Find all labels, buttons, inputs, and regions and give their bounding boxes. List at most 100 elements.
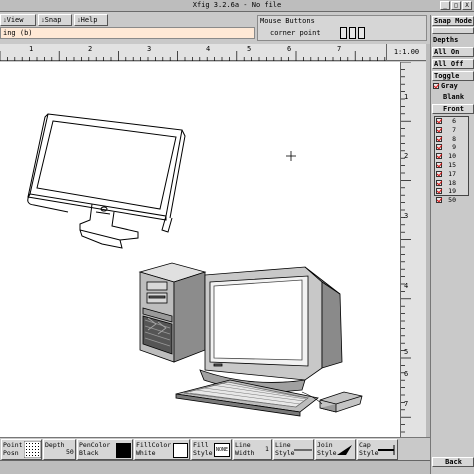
top-ruler-ticks (0, 51, 386, 61)
depth-value: 17 (448, 169, 456, 178)
depth-value: 7 (452, 125, 456, 134)
drawing (27, 113, 363, 417)
grid-dot (26, 449, 27, 450)
checkbox-icon[interactable] (436, 170, 442, 177)
snap-mode-button[interactable]: Snap Mode (432, 16, 474, 26)
checkbox-icon[interactable] (436, 179, 442, 186)
mouse-buttons-hint: corner point (270, 29, 321, 37)
depth-value: 6 (452, 117, 456, 125)
ruler-label: 7 (337, 45, 342, 53)
snap-menu[interactable]: ⇩Snap (38, 14, 72, 26)
title-bar: Xfig 3.2.6a - No file _ □ X (0, 0, 474, 12)
back-label: Back (432, 457, 474, 467)
checkbox-icon[interactable] (436, 135, 442, 142)
front-label: Front (432, 104, 474, 114)
fill-style-indicator[interactable]: Fill Style NONE (191, 439, 232, 460)
blank-option[interactable]: Blank (432, 93, 474, 103)
solid-line-icon (294, 449, 312, 451)
view-menu[interactable]: ⇩View (0, 14, 36, 26)
grid-dot (29, 449, 30, 450)
grid-dot (26, 443, 27, 444)
join-style-indicator[interactable]: Join Style (315, 439, 356, 460)
grid-dot (35, 443, 36, 444)
ruler-label: 2 (88, 45, 93, 53)
grid-dot (38, 443, 39, 444)
grid-dot (32, 455, 33, 456)
all-on-button[interactable]: All On (432, 47, 474, 57)
all-off-button[interactable]: All Off (432, 59, 474, 69)
grid-dot (38, 455, 39, 456)
grid-dot (26, 446, 27, 447)
depth-item[interactable]: 15 (435, 161, 468, 170)
zoom-unit[interactable]: 1:1.00 (386, 44, 426, 61)
grid-dot (29, 443, 30, 444)
depth-item[interactable]: 6 (435, 117, 468, 126)
depth-item[interactable]: 7 (435, 126, 468, 135)
top-ruler[interactable]: 2 3 4 5 6 7 1 (0, 44, 386, 61)
view-menu-label: View (6, 16, 24, 24)
mouse-buttons-panel: Mouse Buttons corner point (257, 15, 427, 41)
maximize-button[interactable]: □ (451, 1, 461, 10)
color-swatch (116, 443, 131, 458)
depth-item[interactable]: 8 (435, 135, 468, 144)
depth-item[interactable]: 18 (435, 179, 468, 188)
grid-dot (29, 452, 30, 453)
checkbox-icon[interactable] (433, 83, 439, 89)
depth-panel: Snap Mode Depths All On All Off Toggle G… (430, 15, 474, 474)
drawing-canvas[interactable] (0, 62, 400, 437)
cap-style-indicator[interactable]: Cap Style (357, 439, 398, 460)
snap-mode-menu[interactable] (432, 27, 474, 34)
minimize-button[interactable]: _ (440, 1, 450, 10)
ruler-label: 6 (287, 45, 292, 53)
pen-color-indicator[interactable]: PenColor Black (77, 439, 133, 460)
status-strip (0, 460, 430, 474)
depth-item[interactable]: 19 (435, 187, 468, 196)
line-width-value: 1 (265, 445, 269, 453)
point-posn-indicator[interactable]: Point Posn (1, 439, 42, 460)
depth-value: 50 (448, 196, 456, 205)
depth-item[interactable]: 50 (435, 196, 468, 205)
depth-value: 9 (452, 143, 456, 152)
grid-dot (32, 443, 33, 444)
line-style-indicator[interactable]: Line Style (273, 439, 314, 460)
close-button[interactable]: X (462, 1, 472, 10)
gray-label: Gray (441, 82, 458, 90)
ruler-label: 5 (247, 45, 252, 53)
toggle-button[interactable]: Toggle (432, 71, 474, 81)
grid-dot (32, 452, 33, 453)
checkbox-icon[interactable] (436, 118, 442, 124)
ruler-label: 4 (404, 282, 409, 290)
checkbox-icon[interactable] (436, 144, 442, 151)
crt-monitor-drawing (199, 266, 343, 393)
checkbox-icon[interactable] (436, 126, 442, 133)
checkbox-icon[interactable] (436, 161, 442, 168)
ruler-label: 2 (404, 152, 409, 160)
grid-dot (26, 455, 27, 456)
depth-item[interactable]: 17 (435, 170, 468, 179)
side-ruler[interactable]: 1 2 3 4 5 6 7 (400, 62, 426, 437)
grid-dot (38, 449, 39, 450)
gray-option[interactable]: Gray (432, 82, 474, 92)
computer-tower-drawing (138, 262, 207, 363)
checkbox-icon[interactable] (436, 153, 442, 160)
ruler-label: 3 (404, 212, 409, 220)
checkbox-icon[interactable] (436, 188, 442, 195)
indicator-panel: Point Posn Depth 50 PenColor Black FillC… (0, 437, 430, 460)
line-width-indicator[interactable]: Line Width 1 (233, 439, 272, 460)
depth-item[interactable]: 9 (435, 143, 468, 152)
grid-dot (38, 452, 39, 453)
grid-dot (32, 449, 33, 450)
checkbox-icon[interactable] (436, 197, 442, 204)
grid-dot (26, 452, 27, 453)
depth-list[interactable]: 6 7 8 9 10 15 17 18 19 50 (434, 116, 469, 204)
help-menu[interactable]: ⇩Help (74, 14, 108, 26)
grid-dot (35, 446, 36, 447)
depth-item[interactable]: 10 (435, 152, 468, 161)
snap-menu-label: Snap (44, 16, 62, 24)
depth-indicator[interactable]: Depth 50 (43, 439, 76, 460)
butt-cap-icon (378, 445, 395, 455)
depth-value: 10 (448, 152, 456, 161)
middle-mouse-icon (349, 27, 356, 39)
fill-color-indicator[interactable]: FillColor White (134, 439, 190, 460)
mouse-buttons-label: Mouse Buttons (260, 17, 315, 25)
